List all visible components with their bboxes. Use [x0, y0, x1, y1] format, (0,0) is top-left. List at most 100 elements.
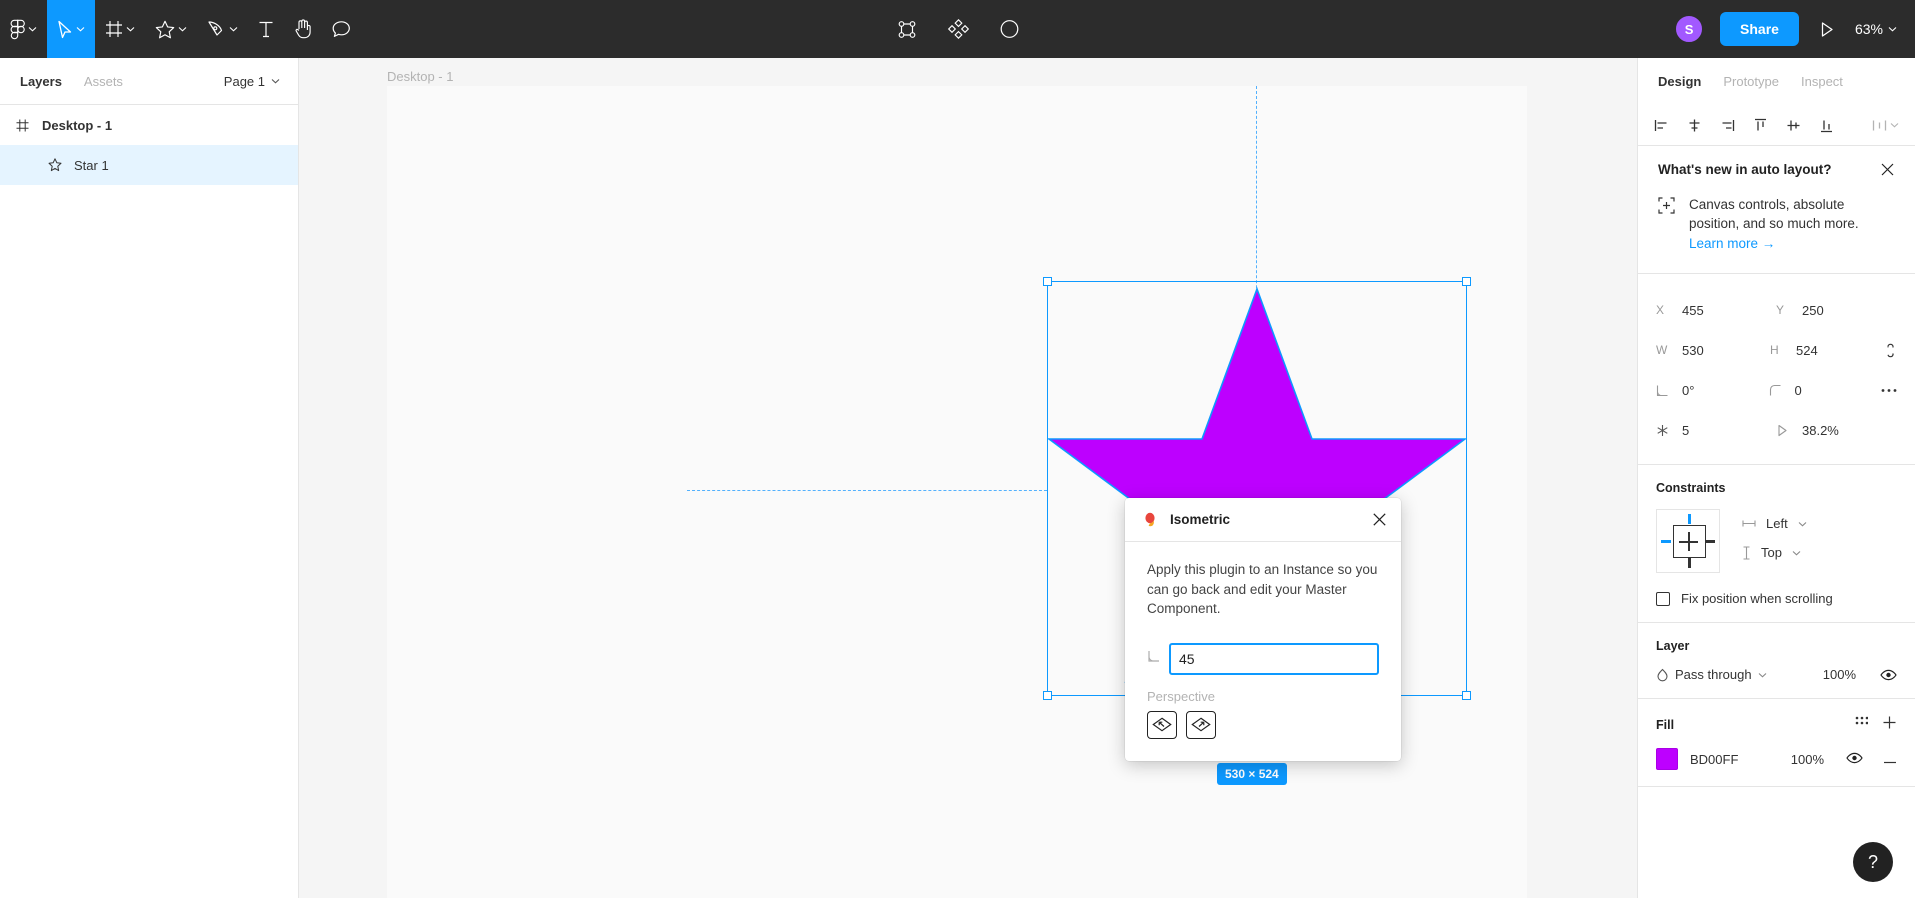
- layer-item-desktop-1[interactable]: Desktop - 1: [0, 105, 298, 145]
- page-selector[interactable]: Page 1: [224, 74, 280, 89]
- shape-tool-button[interactable]: [145, 0, 197, 58]
- learn-more-link[interactable]: Learn more →: [1689, 236, 1775, 251]
- fix-position-label: Fix position when scrolling: [1681, 591, 1833, 607]
- x-field[interactable]: X 455: [1656, 303, 1776, 318]
- y-label: Y: [1776, 303, 1785, 318]
- frame-tool-button[interactable]: [95, 0, 145, 58]
- resize-handle-bottom-left[interactable]: [1043, 691, 1052, 700]
- constraints-widget[interactable]: [1656, 509, 1720, 574]
- fix-position-checkbox[interactable]: [1656, 591, 1670, 606]
- y-field[interactable]: Y 250: [1776, 303, 1896, 318]
- constraint-center-horizontal: [1679, 541, 1698, 544]
- blend-mode-select[interactable]: Pass through: [1656, 667, 1767, 682]
- fill-hex-value[interactable]: BD00FF: [1690, 752, 1738, 767]
- more-options-icon[interactable]: [1881, 388, 1897, 393]
- design-canvas[interactable]: Desktop - 1 530 × 524: [299, 58, 1637, 898]
- h-field[interactable]: H 524: [1770, 343, 1884, 358]
- perspective-left-button[interactable]: [1147, 710, 1177, 739]
- fix-position-checkbox-row[interactable]: Fix position when scrolling: [1656, 591, 1897, 606]
- star-points-value[interactable]: 5: [1682, 423, 1689, 438]
- angle-input[interactable]: [1169, 642, 1379, 675]
- tab-design[interactable]: Design: [1658, 74, 1701, 89]
- eye-icon[interactable]: [1880, 669, 1897, 681]
- text-tool-button[interactable]: [248, 0, 284, 58]
- fill-color-swatch[interactable]: [1656, 748, 1678, 771]
- comment-tool-button[interactable]: [322, 0, 361, 58]
- constraint-tick-top[interactable]: [1688, 514, 1691, 525]
- star-ratio-value[interactable]: 38.2%: [1802, 423, 1839, 438]
- h-value[interactable]: 524: [1796, 343, 1818, 358]
- properties-section: X 455 Y 250 W 530 H 524 0° 0 5 38.2%: [1638, 274, 1915, 466]
- position-row: X 455 Y 250: [1656, 290, 1897, 330]
- hand-icon: [295, 19, 311, 39]
- rotation-field[interactable]: 0°: [1656, 383, 1769, 398]
- align-right-icon[interactable]: [1720, 118, 1735, 133]
- pen-tool-button[interactable]: [197, 0, 248, 58]
- star-ratio-icon: [1776, 424, 1802, 437]
- add-fill-button[interactable]: [1882, 715, 1897, 735]
- present-button[interactable]: [1815, 0, 1839, 58]
- move-tool-button[interactable]: [47, 0, 95, 58]
- w-value[interactable]: 530: [1682, 343, 1704, 358]
- styles-grid-icon[interactable]: [1855, 716, 1869, 734]
- user-avatar[interactable]: S: [1674, 14, 1705, 44]
- frame-label[interactable]: Desktop - 1: [387, 69, 453, 84]
- remove-fill-button[interactable]: [1883, 752, 1897, 767]
- tab-prototype[interactable]: Prototype: [1723, 74, 1779, 89]
- y-value[interactable]: 250: [1802, 303, 1824, 318]
- resize-handle-top-left[interactable]: [1043, 277, 1052, 286]
- fill-opacity-value[interactable]: 100%: [1791, 752, 1824, 767]
- component-button[interactable]: [892, 0, 921, 58]
- star-points-field[interactable]: 5: [1656, 423, 1776, 438]
- constraint-tick-right[interactable]: [1705, 540, 1715, 544]
- fill-actions: [1855, 715, 1897, 735]
- fill-item-row: BD00FF 100%: [1656, 748, 1897, 771]
- cursor-icon: [58, 20, 72, 38]
- fill-header: Fill: [1656, 715, 1897, 735]
- plugin-dialog-header: Isometric: [1125, 498, 1401, 542]
- perspective-right-button[interactable]: [1186, 710, 1216, 739]
- constraint-tick-left[interactable]: [1661, 540, 1671, 544]
- star-ratio-field[interactable]: 38.2%: [1776, 423, 1896, 438]
- star-icon: [155, 20, 175, 38]
- align-left-icon[interactable]: [1654, 118, 1669, 133]
- fill-title: Fill: [1656, 718, 1675, 733]
- layer-item-star-1[interactable]: Star 1: [0, 145, 298, 185]
- align-top-icon[interactable]: [1753, 118, 1768, 133]
- vertical-constraint-select[interactable]: Top: [1742, 538, 1897, 567]
- tab-assets[interactable]: Assets: [84, 74, 123, 89]
- layer-opacity-value[interactable]: 100%: [1823, 667, 1856, 682]
- figma-menu-button[interactable]: [0, 0, 47, 58]
- contrast-button[interactable]: [995, 0, 1023, 58]
- constraint-tick-bottom[interactable]: [1688, 558, 1691, 569]
- w-field[interactable]: W 530: [1656, 343, 1770, 358]
- whats-new-body: Canvas controls, absolute position, and …: [1658, 195, 1895, 253]
- zoom-level-value: 63%: [1854, 21, 1883, 37]
- tab-inspect[interactable]: Inspect: [1801, 74, 1843, 89]
- corner-radius-field[interactable]: 0: [1769, 383, 1882, 398]
- share-button[interactable]: Share: [1720, 12, 1799, 46]
- plugins-button[interactable]: [943, 0, 973, 58]
- corner-radius-value[interactable]: 0: [1795, 383, 1802, 398]
- align-horizontal-center-icon[interactable]: [1687, 118, 1702, 133]
- rotation-value[interactable]: 0°: [1682, 383, 1694, 398]
- horizontal-constraint-select[interactable]: Left: [1742, 509, 1897, 538]
- constrain-proportions-icon[interactable]: [1884, 342, 1897, 359]
- horizontal-constraint-icon: [1742, 519, 1756, 528]
- align-vertical-center-icon[interactable]: [1786, 118, 1801, 133]
- hand-tool-button[interactable]: [284, 0, 322, 58]
- eye-icon[interactable]: [1846, 752, 1863, 767]
- help-button[interactable]: ?: [1853, 842, 1893, 882]
- resize-handle-bottom-right[interactable]: [1462, 691, 1471, 700]
- zoom-level-control[interactable]: 63%: [1855, 21, 1897, 37]
- play-icon: [1821, 21, 1833, 37]
- align-bottom-icon[interactable]: [1819, 118, 1834, 133]
- tab-layers[interactable]: Layers: [20, 74, 62, 89]
- figma-app-window: S Share 63% Layers Assets Page 1 Desktop…: [0, 0, 1915, 898]
- close-icon[interactable]: [1372, 512, 1387, 527]
- resize-handle-top-right[interactable]: [1462, 277, 1471, 286]
- close-icon[interactable]: [1880, 162, 1895, 177]
- x-value[interactable]: 455: [1682, 303, 1704, 318]
- dimension-badge: 530 × 524: [1217, 763, 1287, 785]
- distribute-options-button[interactable]: [1872, 118, 1899, 133]
